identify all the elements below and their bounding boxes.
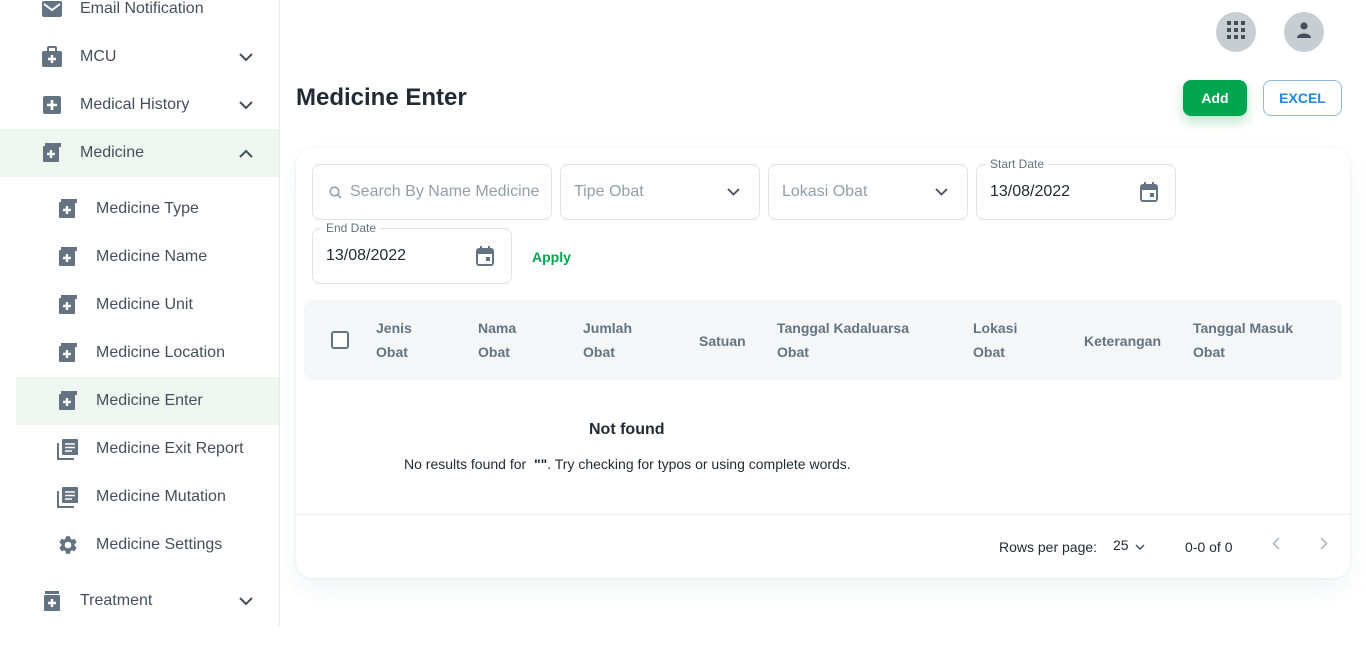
lokasi-obat-placeholder: Lokasi Obat bbox=[782, 183, 868, 200]
sidebar-subitem-label: Medicine Type bbox=[96, 200, 199, 217]
sidebar-item-treatment[interactable]: Treatment bbox=[0, 577, 279, 625]
medical-bag-icon bbox=[40, 45, 64, 69]
sidebar-item-label: Medicine bbox=[80, 144, 145, 161]
sidebar-item-label: Treatment bbox=[80, 592, 153, 609]
rows-per-page-label: Rows per page: bbox=[999, 539, 1098, 555]
sidebar-subitem-label: Medicine Unit bbox=[96, 296, 193, 313]
apply-button[interactable]: Apply bbox=[532, 249, 571, 265]
chevron-down-icon bbox=[236, 47, 256, 67]
rows-per-page-select[interactable]: 25 bbox=[1113, 537, 1145, 553]
column-header-jenis-obat[interactable]: Jenis Obat bbox=[376, 316, 412, 364]
start-date-value: 13/08/2022 bbox=[990, 183, 1071, 200]
sidebar-subitem-medicine-location[interactable]: Medicine Location bbox=[16, 329, 279, 377]
column-header-nama-obat[interactable]: Nama Obat bbox=[478, 316, 516, 364]
column-header-keterangan[interactable]: Keterangan bbox=[1084, 329, 1161, 353]
sidebar-item-label: Medical History bbox=[80, 96, 190, 113]
sidebar-item-medicine[interactable]: Medicine bbox=[0, 129, 279, 177]
sidebar-subitem-medicine-type[interactable]: Medicine Type bbox=[16, 185, 279, 233]
end-date-value: 13/08/2022 bbox=[326, 247, 407, 264]
treatment-icon bbox=[40, 589, 64, 613]
column-header-tanggal-kadaluarsa-obat[interactable]: Tanggal Kadaluarsa Obat bbox=[777, 316, 909, 364]
column-header-jumlah-obat[interactable]: Jumlah Obat bbox=[583, 316, 632, 364]
chevron-down-icon bbox=[1135, 537, 1145, 553]
card-divider bbox=[296, 514, 1350, 515]
empty-state-title: Not found bbox=[589, 421, 665, 438]
search-placeholder: Search By Name Medicine bbox=[350, 183, 540, 200]
report-icon bbox=[56, 485, 80, 509]
add-button[interactable]: Add bbox=[1183, 80, 1247, 116]
sidebar-item-mcu[interactable]: MCU bbox=[0, 33, 279, 81]
tipe-obat-placeholder: Tipe Obat bbox=[574, 183, 644, 200]
plus-box-icon bbox=[40, 93, 64, 117]
gear-icon bbox=[56, 533, 80, 557]
sidebar-item-email-notification[interactable]: Email Notification bbox=[0, 0, 279, 33]
chevron-up-icon bbox=[236, 143, 256, 163]
sidebar-subitem-label: Medicine Mutation bbox=[96, 488, 226, 505]
previous-page-button[interactable] bbox=[1262, 532, 1290, 560]
tipe-obat-select[interactable]: Tipe Obat bbox=[560, 164, 760, 220]
chevron-right-icon bbox=[1320, 537, 1328, 555]
medicine-icon bbox=[56, 293, 80, 317]
start-date-field[interactable]: Start Date 13/08/2022 bbox=[976, 157, 1176, 220]
column-header-satuan[interactable]: Satuan bbox=[699, 329, 746, 353]
apps-grid-icon bbox=[1227, 20, 1245, 44]
search-icon bbox=[329, 186, 342, 204]
sidebar-subitem-label: Medicine Enter bbox=[96, 392, 203, 409]
apps-button[interactable] bbox=[1216, 12, 1256, 52]
pagination-range: 0-0 of 0 bbox=[1185, 539, 1233, 555]
sidebar-subitem-medicine-name[interactable]: Medicine Name bbox=[16, 233, 279, 281]
sidebar-item-label: Email Notification bbox=[80, 0, 204, 17]
sidebar-subitem-label: Medicine Location bbox=[96, 344, 225, 361]
start-date-label: Start Date bbox=[986, 157, 1049, 171]
medicine-icon bbox=[56, 341, 80, 365]
sidebar-subitem-medicine-settings[interactable]: Medicine Settings bbox=[16, 521, 279, 569]
sidebar-subitem-medicine-enter[interactable]: Medicine Enter bbox=[16, 377, 279, 425]
medicine-icon bbox=[56, 389, 80, 413]
select-all-checkbox[interactable] bbox=[331, 331, 349, 349]
next-page-button[interactable] bbox=[1310, 532, 1338, 560]
user-icon bbox=[1297, 21, 1311, 43]
column-header-tanggal-masuk-obat[interactable]: Tanggal Masuk Obat bbox=[1193, 316, 1293, 364]
sidebar-subitem-medicine-unit[interactable]: Medicine Unit bbox=[16, 281, 279, 329]
sidebar-item-medical-history[interactable]: Medical History bbox=[0, 81, 279, 129]
avatar[interactable] bbox=[1284, 12, 1324, 52]
medicine-icon bbox=[56, 245, 80, 269]
empty-state-text: No results found for "". Try checking fo… bbox=[404, 456, 851, 472]
chevron-down-icon bbox=[236, 591, 256, 611]
sidebar-subitem-label: Medicine Name bbox=[96, 248, 208, 265]
excel-export-button[interactable]: EXCEL bbox=[1263, 80, 1342, 116]
column-header-lokasi-obat[interactable]: Lokasi Obat bbox=[973, 316, 1017, 364]
lokasi-obat-select[interactable]: Lokasi Obat bbox=[768, 164, 968, 220]
sidebar-item-label: MCU bbox=[80, 48, 117, 65]
search-input[interactable]: Search By Name Medicine bbox=[312, 164, 552, 220]
calendar-icon[interactable] bbox=[1137, 180, 1161, 204]
medicine-icon bbox=[56, 197, 80, 221]
sidebar-subitem-medicine-exit-report[interactable]: Medicine Exit Report bbox=[16, 425, 279, 473]
sidebar-subitem-label: Medicine Settings bbox=[96, 536, 223, 553]
sidebar-subitem-label: Medicine Exit Report bbox=[96, 440, 244, 457]
sidebar-subitem-medicine-mutation[interactable]: Medicine Mutation bbox=[16, 473, 279, 521]
chevron-down-icon bbox=[721, 180, 745, 204]
chevron-down-icon bbox=[236, 95, 256, 115]
rows-per-page-value: 25 bbox=[1113, 537, 1129, 553]
mail-icon bbox=[40, 0, 64, 21]
empty-state-query: "" bbox=[533, 456, 548, 472]
medicine-icon bbox=[40, 141, 64, 165]
chevron-left-icon bbox=[1272, 537, 1280, 555]
end-date-label: End Date bbox=[322, 221, 381, 235]
end-date-field[interactable]: End Date 13/08/2022 bbox=[312, 221, 512, 284]
calendar-icon[interactable] bbox=[473, 244, 497, 268]
page-title: Medicine Enter bbox=[296, 84, 467, 111]
chevron-down-icon bbox=[929, 180, 953, 204]
report-icon bbox=[56, 437, 80, 461]
sidebar: Email Notification MCU Medical History M… bbox=[0, 0, 280, 626]
